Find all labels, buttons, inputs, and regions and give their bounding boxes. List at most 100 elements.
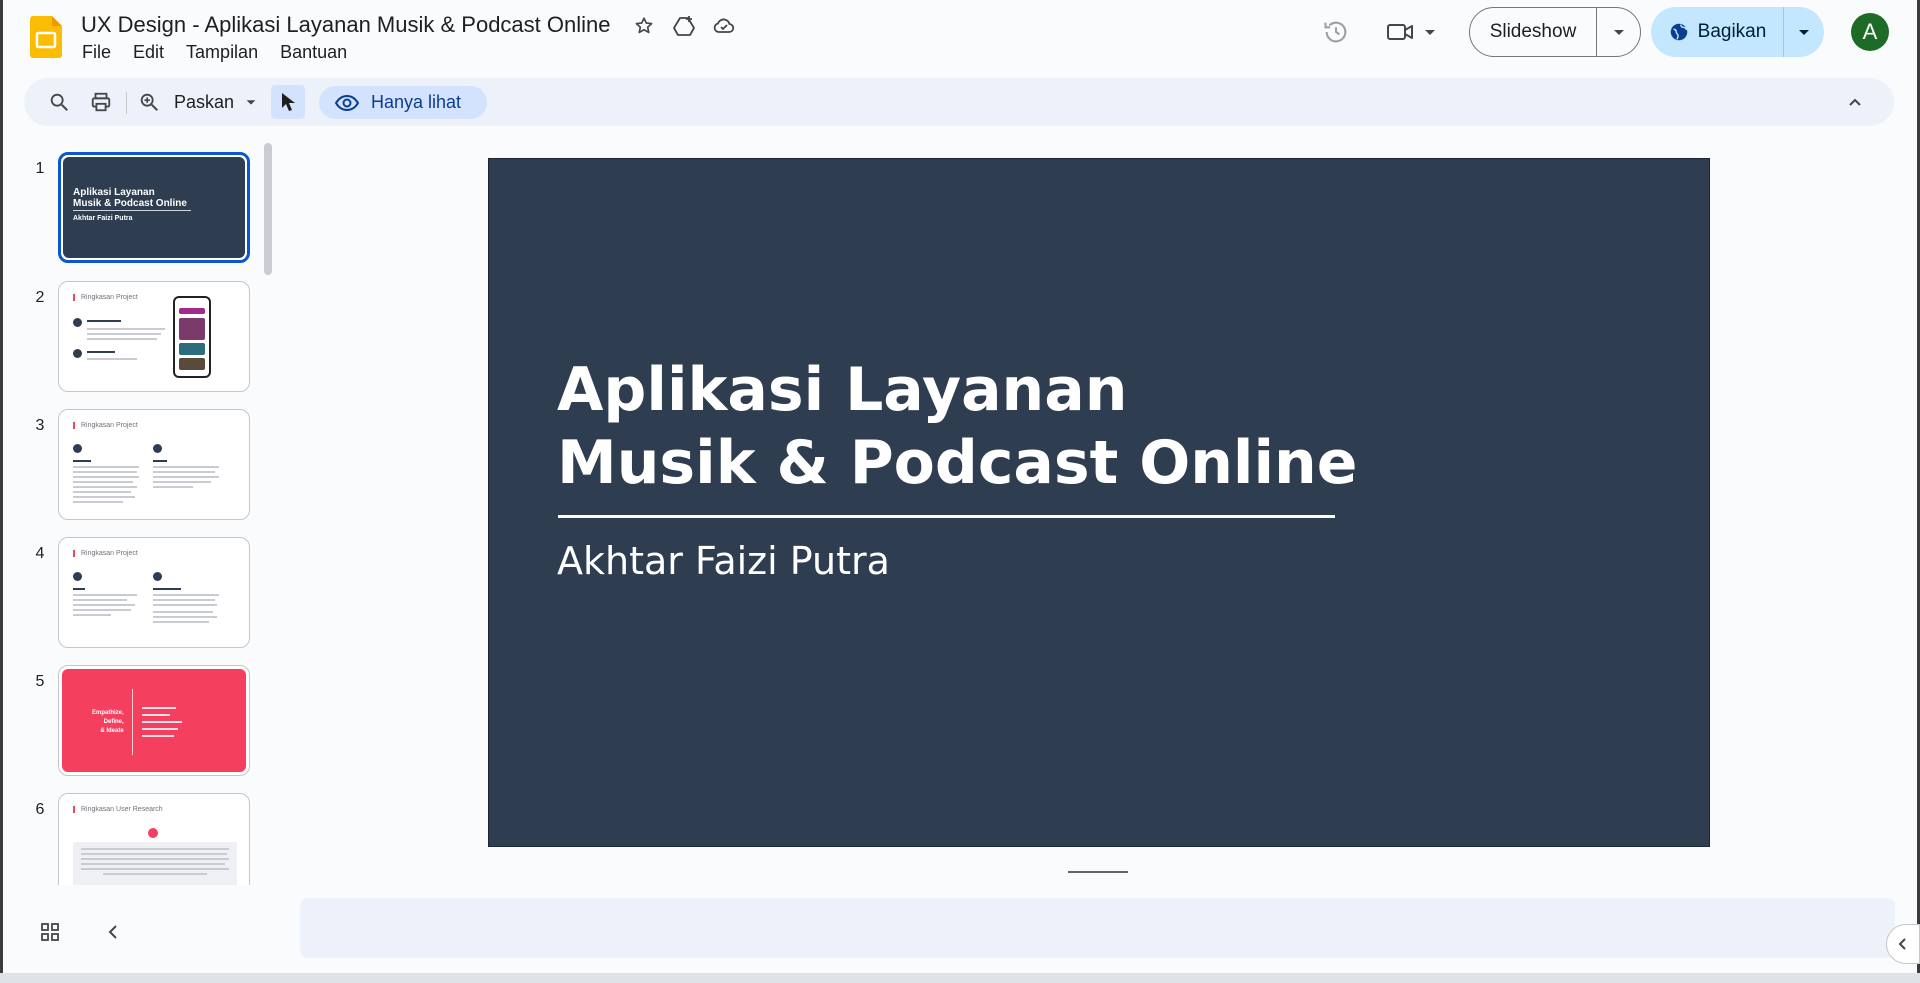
thumb-text xyxy=(73,501,123,503)
zoom-icon[interactable] xyxy=(132,85,166,119)
thumb-text xyxy=(142,721,182,723)
filmstrip-item[interactable]: 6 Ringkasan User Research xyxy=(0,793,270,885)
slide-divider xyxy=(558,515,1335,518)
filmstrip-scrollbar[interactable] xyxy=(264,143,272,275)
thumb-divider xyxy=(132,689,133,755)
thumb-text xyxy=(87,333,161,335)
thumb-heading: Ringkasan Project xyxy=(73,550,138,557)
chevron-up-icon[interactable] xyxy=(1838,85,1872,119)
filmstrip-footer xyxy=(0,905,280,955)
thumb-text xyxy=(73,604,135,606)
thumb-text xyxy=(153,621,209,623)
thumb-bullet-icon xyxy=(153,444,162,453)
thumb-bullet-icon xyxy=(73,444,82,453)
filmstrip-item[interactable]: 3 Ringkasan Project xyxy=(0,409,270,521)
slide-number: 5 xyxy=(35,673,45,690)
thumb-text xyxy=(73,460,91,462)
side-panel-toggle[interactable] xyxy=(1886,924,1920,964)
slides-logo-icon[interactable] xyxy=(30,16,62,58)
slide-thumbnail[interactable]: Ringkasan Project xyxy=(58,537,250,648)
cloud-saved-icon[interactable] xyxy=(710,12,738,40)
thumb-divider xyxy=(73,210,191,211)
print-icon[interactable] xyxy=(84,85,118,119)
thumb-text xyxy=(73,609,131,611)
grid-view-icon[interactable] xyxy=(37,919,63,945)
thumb-title-line: & Ideate xyxy=(100,728,124,734)
slide-thumbnail[interactable]: Aplikasi Layanan Musik & Podcast Online … xyxy=(58,152,250,263)
view-only-label: Hanya lihat xyxy=(371,92,462,112)
thumb-text xyxy=(153,466,219,468)
thumb-text xyxy=(142,735,174,737)
thumb-heading: Ringkasan Project xyxy=(73,294,138,301)
menu-view[interactable]: Tampilan xyxy=(186,42,258,63)
filmstrip-item[interactable]: 2 Ringkasan Project xyxy=(0,281,270,393)
toolbar: Paskan Hanya lihat xyxy=(24,78,1894,126)
zoom-label: Paskan xyxy=(174,91,235,112)
document-title[interactable]: UX Design - Aplikasi Layanan Musik & Pod… xyxy=(81,12,610,38)
chevron-down-icon xyxy=(1613,30,1624,35)
thumb-text xyxy=(73,471,137,473)
thumb-text xyxy=(153,611,213,613)
slideshow-button[interactable]: Slideshow xyxy=(1470,8,1597,56)
thumb-bullet-icon xyxy=(73,318,82,327)
slideshow-button-group: Slideshow xyxy=(1469,7,1641,57)
slide-filmstrip: 1 Aplikasi Layanan Musik & Podcast Onlin… xyxy=(0,140,280,885)
collapse-filmstrip-icon[interactable] xyxy=(100,919,126,945)
video-camera-icon[interactable] xyxy=(1386,14,1444,50)
filmstrip-item[interactable]: 4 Ringkasan Project xyxy=(0,537,270,649)
thumb-text xyxy=(87,358,137,360)
account-avatar[interactable]: A xyxy=(1851,13,1889,51)
slide-title: Aplikasi Layanan Musik & Podcast Online xyxy=(557,355,1358,498)
select-cursor-icon[interactable] xyxy=(271,85,305,119)
thumb-text xyxy=(73,486,137,488)
globe-icon xyxy=(1670,23,1687,41)
slide-thumbnail[interactable]: Ringkasan Project xyxy=(58,409,250,520)
thumb-text xyxy=(153,599,215,601)
thumb-title-line: Define, xyxy=(103,719,124,725)
thumb-title-line: Aplikasi Layanan xyxy=(73,187,155,198)
slide-number: 4 xyxy=(35,545,45,562)
current-slide[interactable]: Aplikasi Layanan Musik & Podcast Online … xyxy=(488,158,1710,847)
toolbar-divider xyxy=(126,92,127,114)
share-button[interactable]: Bagikan xyxy=(1651,7,1784,57)
menu-help[interactable]: Bantuan xyxy=(280,42,347,63)
thumb-text xyxy=(142,707,176,709)
slide-thumbnail[interactable]: Empathize, Define, & Ideate xyxy=(58,665,250,776)
thumb-text xyxy=(73,614,111,616)
thumb-text xyxy=(81,853,227,855)
slide-number: 2 xyxy=(35,289,45,306)
view-only-chip[interactable]: Hanya lihat xyxy=(319,86,488,119)
speaker-notes[interactable] xyxy=(300,898,1895,958)
thumb-title-line: Empathize, xyxy=(92,710,124,716)
thumb-text xyxy=(87,351,115,353)
search-icon[interactable] xyxy=(42,85,76,119)
thumb-text xyxy=(153,486,193,488)
thumb-text xyxy=(87,338,157,340)
filmstrip-item[interactable]: 1 Aplikasi Layanan Musik & Podcast Onlin… xyxy=(0,152,270,264)
history-icon[interactable] xyxy=(1318,14,1354,50)
slide-subtitle: Akhtar Faizi Putra xyxy=(557,539,890,583)
add-to-drive-icon[interactable] xyxy=(670,12,698,40)
filmstrip-item[interactable]: 5 Empathize, Define, & Ideate xyxy=(0,665,270,777)
slide-thumbnail[interactable]: Ringkasan User Research xyxy=(58,793,250,885)
menu-edit[interactable]: Edit xyxy=(133,42,164,63)
thumb-text xyxy=(81,863,225,865)
star-icon[interactable] xyxy=(630,12,658,40)
thumb-text xyxy=(81,868,229,870)
thumb-text xyxy=(73,481,133,483)
slideshow-options-button[interactable] xyxy=(1597,8,1640,56)
thumb-text xyxy=(153,616,217,618)
chevron-down-icon xyxy=(1425,30,1435,35)
menu-file[interactable]: File xyxy=(82,42,111,63)
thumb-title-line: Musik & Podcast Online xyxy=(73,198,187,209)
notes-resize-handle[interactable] xyxy=(1068,871,1128,873)
thumb-text xyxy=(87,328,165,330)
thumb-text xyxy=(153,604,217,606)
share-options-button[interactable] xyxy=(1784,7,1824,57)
zoom-select[interactable]: Paskan xyxy=(174,85,258,119)
thumb-text xyxy=(153,471,215,473)
slide-thumbnail[interactable]: Ringkasan Project xyxy=(58,281,250,392)
thumb-text xyxy=(73,491,131,493)
thumb-bullet-list xyxy=(142,707,192,742)
app-header: UX Design - Aplikasi Layanan Musik & Pod… xyxy=(0,0,1920,72)
